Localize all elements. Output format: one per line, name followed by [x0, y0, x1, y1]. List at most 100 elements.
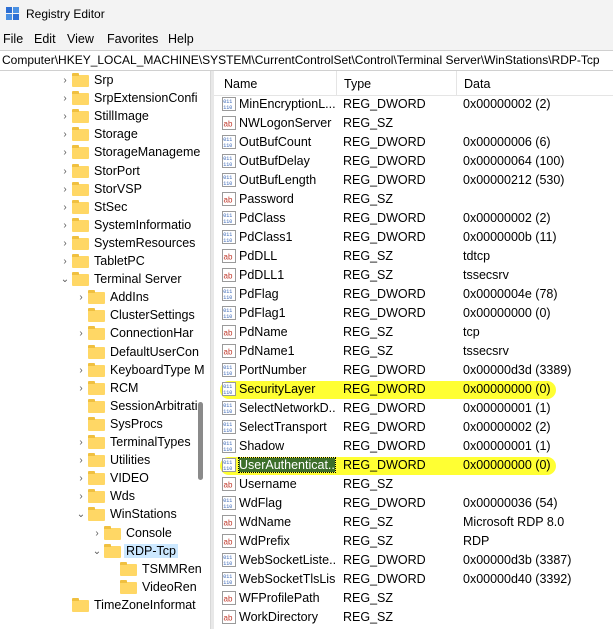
value-row[interactable]: 011 110 UserAuthenticat... REG_DWORD 0x00000…: [214, 456, 613, 475]
string-value-icon: ab: [222, 249, 236, 263]
value-data: tcp: [463, 325, 480, 339]
folder-icon: [72, 235, 89, 250]
chevron-right-icon[interactable]: ›: [60, 129, 70, 141]
tree-item-label: StorPort: [94, 163, 140, 178]
value-row[interactable]: 011 110 PdClass1 REG_DWORD 0x0000000b (11): [214, 228, 613, 247]
chevron-right-icon: [76, 419, 86, 431]
column-header-data[interactable]: Data: [464, 77, 490, 91]
folder-icon: [88, 435, 105, 449]
tree-scrollbar-thumb[interactable]: [198, 402, 203, 480]
menu-favorites[interactable]: Favorites: [107, 32, 158, 46]
chevron-right-icon[interactable]: ›: [76, 455, 86, 467]
key-tree[interactable]: › Srp › SrpExtensionConfi › StillImage › Storag…: [0, 71, 208, 629]
column-header-name[interactable]: Name: [224, 77, 257, 91]
window-title: Registry Editor: [26, 7, 105, 21]
value-row[interactable]: 011 110 PdClass REG_DWORD 0x00000002 (2): [214, 209, 613, 228]
value-data: 0x00000001 (1): [463, 439, 551, 453]
value-row[interactable]: ab PdName1 REG_SZ tssecsrv: [214, 342, 613, 361]
folder-icon: [104, 543, 121, 558]
value-row[interactable]: ab WdPrefix REG_SZ RDP: [214, 532, 613, 551]
value-name: PdDLL: [239, 249, 278, 263]
value-type: REG_DWORD: [343, 382, 426, 396]
chevron-right-icon[interactable]: ›: [60, 111, 70, 123]
chevron-right-icon[interactable]: ›: [60, 202, 70, 214]
chevron-right-icon: [76, 401, 86, 413]
address-path[interactable]: Computer\HKEY_LOCAL_MACHINE\SYSTEM\Curre…: [2, 53, 600, 67]
folder-icon: [88, 471, 105, 486]
chevron-right-icon[interactable]: ›: [60, 256, 70, 268]
value-row[interactable]: 011 110 Shadow REG_DWORD 0x00000001 (1): [214, 437, 613, 456]
column-divider[interactable]: [336, 71, 337, 95]
address-bar[interactable]: Computer\HKEY_LOCAL_MACHINE\SYSTEM\Curre…: [0, 50, 613, 71]
value-type: REG_DWORD: [343, 496, 426, 510]
chevron-right-icon[interactable]: ›: [76, 383, 86, 395]
menu-edit[interactable]: Edit: [34, 32, 56, 46]
chevron-right-icon[interactable]: ›: [76, 328, 86, 340]
value-row[interactable]: 011 110 WdFlag REG_DWORD 0x00000036 (54): [214, 494, 613, 513]
chevron-right-icon[interactable]: ›: [76, 365, 86, 377]
value-row[interactable]: 011 110 SelectNetworkD... REG_DWORD 0x000000…: [214, 399, 613, 418]
value-row[interactable]: 011 110 SecurityLayer REG_DWORD 0x00000000 (…: [214, 380, 613, 399]
chevron-down-icon[interactable]: ⌄: [76, 509, 86, 521]
value-name: WdFlag: [239, 496, 283, 510]
value-row[interactable]: 011 110 PdFlag1 REG_DWORD 0x00000000 (0): [214, 304, 613, 323]
value-row[interactable]: ab WorkDirectory REG_SZ: [214, 608, 613, 627]
chevron-right-icon[interactable]: ›: [76, 473, 86, 485]
value-row[interactable]: 011 110 OutBufDelay REG_DWORD 0x00000064 (10…: [214, 152, 613, 171]
tree-item-label: Terminal Server: [94, 272, 182, 287]
column-divider[interactable]: [456, 71, 457, 95]
svg-text:ab: ab: [224, 348, 233, 357]
menu-view[interactable]: View: [67, 32, 94, 46]
chevron-right-icon[interactable]: ›: [60, 75, 70, 87]
value-row[interactable]: ab PdDLL1 REG_SZ tssecsrv: [214, 266, 613, 285]
chevron-right-icon[interactable]: ›: [92, 528, 102, 540]
string-value-icon: ab: [222, 268, 236, 282]
value-row[interactable]: 011 110 SelectTransport REG_DWORD 0x00000002…: [214, 418, 613, 437]
chevron-right-icon[interactable]: ›: [60, 220, 70, 232]
value-row[interactable]: 011 110 PortNumber REG_DWORD 0x00000d3d (338…: [214, 361, 613, 380]
menu-file[interactable]: File: [3, 32, 23, 46]
value-row[interactable]: 011 110 OutBufLength REG_DWORD 0x00000212 (5…: [214, 171, 613, 190]
value-data: 0x00000036 (54): [463, 496, 558, 510]
value-row[interactable]: 011 110 MinEncryptionL... REG_DWORD 0x000000…: [214, 95, 613, 114]
chevron-down-icon[interactable]: ⌄: [92, 546, 102, 558]
value-type: REG_DWORD: [343, 553, 426, 567]
column-header-type[interactable]: Type: [344, 77, 371, 91]
chevron-right-icon[interactable]: ›: [60, 147, 70, 159]
chevron-right-icon[interactable]: ›: [76, 491, 86, 503]
value-row[interactable]: 011110WebSocketTlsLis... REG_DWORD 0x00000…: [214, 570, 613, 589]
chevron-right-icon[interactable]: ›: [60, 238, 70, 250]
value-row[interactable]: ab WFProfilePath REG_SZ: [214, 589, 613, 608]
chevron-right-icon: [76, 347, 86, 359]
value-name: NWLogonServer: [239, 116, 332, 130]
value-row[interactable]: 011 110 PdFlag REG_DWORD 0x0000004e (78): [214, 285, 613, 304]
chevron-right-icon[interactable]: ›: [60, 93, 70, 105]
menu-help[interactable]: Help: [168, 32, 194, 46]
value-row[interactable]: 011 110 OutBufCount REG_DWORD 0x00000006 (6): [214, 133, 613, 152]
value-name: PdName: [239, 325, 288, 339]
value-row[interactable]: ab PdName REG_SZ tcp: [214, 323, 613, 342]
tree-item-label: Console: [126, 525, 172, 540]
chevron-right-icon[interactable]: ›: [60, 166, 70, 178]
tree-item-label: SystemInformatio: [94, 217, 192, 232]
chevron-right-icon[interactable]: ›: [76, 292, 86, 304]
folder-icon: [88, 398, 105, 413]
values-list[interactable]: Name Type Data 011 110 MinEncryptionL... RE…: [214, 71, 613, 629]
chevron-right-icon[interactable]: ›: [76, 437, 86, 449]
folder-icon: [88, 326, 105, 341]
value-type: REG_DWORD: [343, 401, 426, 415]
value-type: REG_DWORD: [343, 154, 426, 168]
value-row[interactable]: ab Password REG_SZ: [214, 190, 613, 209]
value-row[interactable]: ab PdDLL REG_SZ tdtcp: [214, 247, 613, 266]
string-value-icon: ab: [222, 515, 236, 529]
tree-item-label: TSMMRen: [142, 561, 202, 576]
tree-item-label: SrpExtensionConfi: [94, 91, 198, 106]
value-type: REG_DWORD: [343, 135, 426, 149]
chevron-right-icon[interactable]: ›: [60, 184, 70, 196]
value-row[interactable]: ab NWLogonServer REG_SZ: [214, 114, 613, 133]
value-row[interactable]: ab Username REG_SZ: [214, 475, 613, 494]
value-row[interactable]: 011 110 WebSocketListe... REG_DWORD 0x00000d…: [214, 551, 613, 570]
binary-value-icon: 011110: [222, 401, 236, 415]
value-row[interactable]: ab WdName REG_SZ Microsoft RDP 8.0: [214, 513, 613, 532]
chevron-down-icon[interactable]: ⌄: [60, 274, 70, 286]
